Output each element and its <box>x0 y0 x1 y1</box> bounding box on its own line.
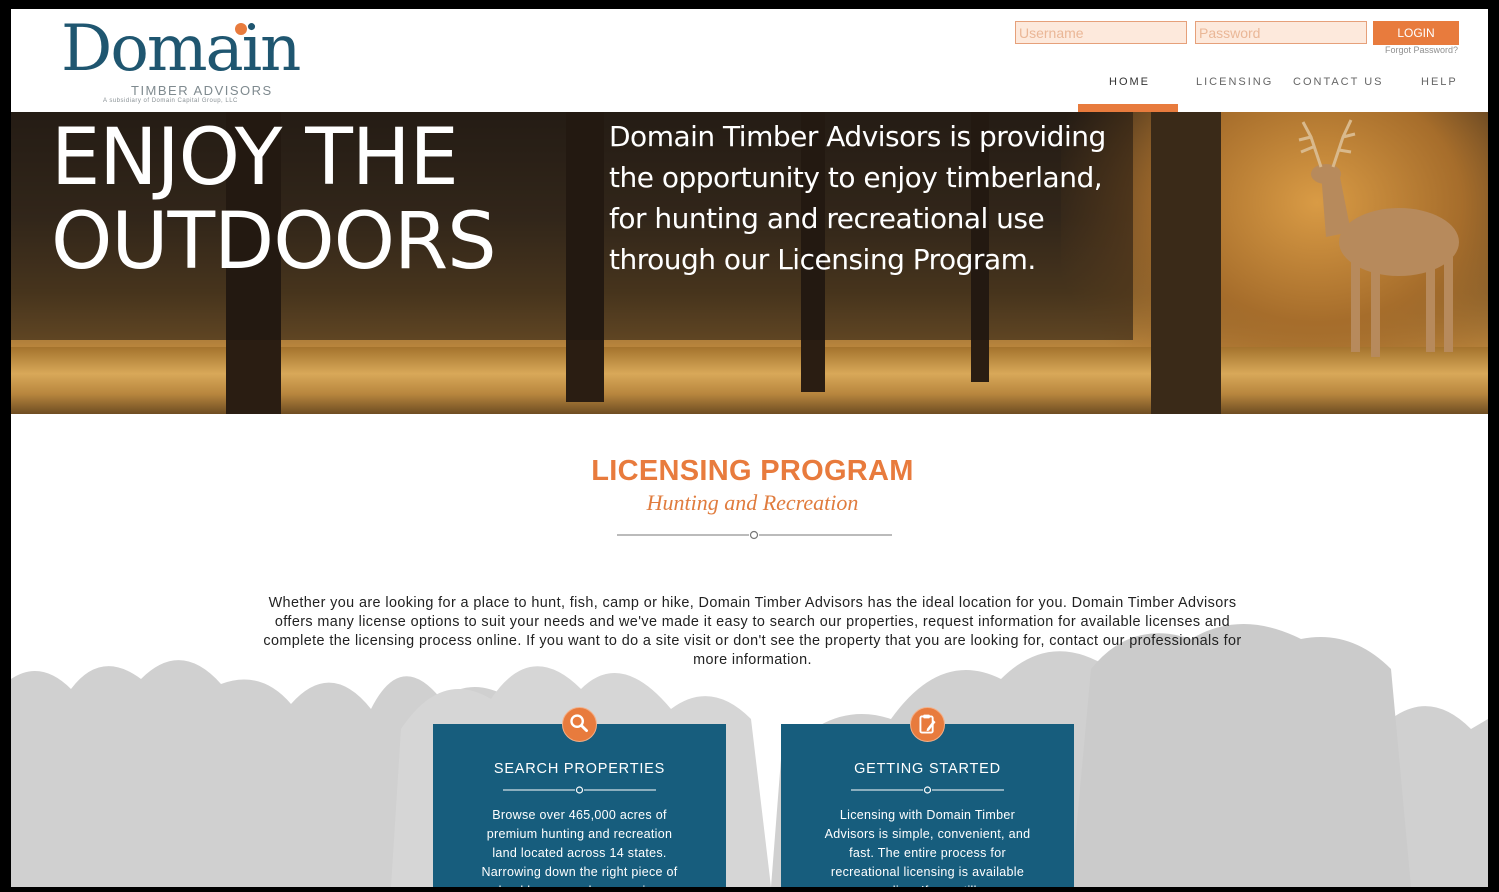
intro-paragraph: Whether you are looking for a place to h… <box>263 595 1242 668</box>
clipboard-edit-icon[interactable] <box>910 707 945 742</box>
browser-viewport: Domain TIMBER ADVISORS A subsidiary of D… <box>11 9 1488 887</box>
card-description: Browse over 465,000 acres of premium hun… <box>481 808 678 887</box>
nav-home[interactable]: HOME <box>1109 76 1150 88</box>
search-icon[interactable] <box>562 707 597 742</box>
logo-main-text: Domain <box>61 12 301 86</box>
password-input[interactable] <box>1195 21 1367 44</box>
nav-help[interactable]: HELP <box>1421 76 1458 88</box>
section-title: LICENSING PROGRAM <box>591 455 914 487</box>
logo-wordmark: Domain <box>61 17 301 81</box>
nav-licensing[interactable]: LICENSING <box>1196 76 1273 88</box>
card-divider <box>851 786 1004 794</box>
section-divider <box>617 530 892 540</box>
hero-banner: ENJOY THE OUTDOORS Domain Timber Advisor… <box>11 112 1488 414</box>
nav-active-indicator <box>1078 104 1178 112</box>
username-input[interactable] <box>1015 21 1187 44</box>
hero-title-line2: OUTDOORS <box>51 197 497 287</box>
site-header: Domain TIMBER ADVISORS A subsidiary of D… <box>11 9 1488 112</box>
hero-title: ENJOY THE OUTDOORS <box>51 116 571 284</box>
card-divider <box>503 786 656 794</box>
site-logo[interactable]: Domain TIMBER ADVISORS A subsidiary of D… <box>61 17 301 107</box>
logo-dot <box>235 23 247 35</box>
getting-started-card[interactable]: GETTING STARTED Licensing with Domain Ti… <box>781 707 1074 887</box>
hero-description: Domain Timber Advisors is providing the … <box>609 120 1106 276</box>
logo-tagline: A subsidiary of Domain Capital Group, LL… <box>103 98 238 104</box>
main-content: LICENSING PROGRAM Hunting and Recreation… <box>11 414 1488 887</box>
tree-trunk <box>1151 112 1221 414</box>
search-properties-card[interactable]: SEARCH PROPERTIES Browse over 465,000 ac… <box>433 707 726 887</box>
deer-illustration <box>1298 119 1459 357</box>
card-title: GETTING STARTED <box>854 761 1001 777</box>
forgot-password-link[interactable]: Forgot Password? <box>1385 45 1458 55</box>
login-button[interactable]: LOGIN <box>1373 21 1459 45</box>
section-subtitle: Hunting and Recreation <box>646 490 859 515</box>
card-description: Licensing with Domain Timber Advisors is… <box>824 808 1031 887</box>
hero-title-line1: ENJOY THE <box>51 113 459 203</box>
nav-contact-us[interactable]: CONTACT US <box>1293 76 1384 88</box>
card-title: SEARCH PROPERTIES <box>493 761 666 777</box>
